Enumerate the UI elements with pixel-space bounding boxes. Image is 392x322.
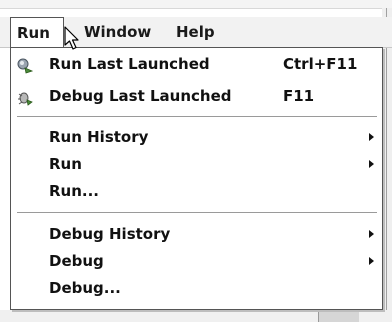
- menu-help[interactable]: Help: [170, 17, 221, 47]
- menu-item-shortcut: F11: [283, 87, 315, 105]
- background-window-border: [386, 8, 387, 322]
- submenu-arrow-icon: [369, 133, 374, 141]
- screen: Run Window Help Run Last Launched Ctrl+F…: [0, 0, 392, 322]
- menu-item-shortcut: Ctrl+F11: [283, 55, 358, 73]
- menu-item-label: Debug History: [49, 225, 171, 243]
- menu-item-debug-history[interactable]: Debug History: [11, 221, 382, 247]
- menu-separator: [17, 116, 377, 118]
- menu-item-run-dialog[interactable]: Run...: [11, 178, 382, 204]
- debug-icon: [17, 88, 33, 106]
- menu-window-label: Window: [84, 23, 152, 41]
- menu-separator: [17, 212, 377, 214]
- menu-item-label: Debug...: [49, 279, 121, 297]
- submenu-arrow-icon: [369, 230, 374, 238]
- background-window-edge: [382, 8, 392, 322]
- menu-item-debug-dialog[interactable]: Debug...: [11, 275, 382, 301]
- menu-item-label: Debug: [49, 252, 104, 270]
- menu-item-label: Run...: [49, 182, 100, 200]
- menu-item-label: Run: [49, 155, 82, 173]
- submenu-arrow-icon: [369, 160, 374, 168]
- submenu-arrow-icon: [369, 257, 374, 265]
- menu-window[interactable]: Window: [78, 17, 157, 47]
- mouse-cursor-icon: [64, 26, 84, 52]
- menu-item-run[interactable]: Run: [11, 151, 382, 177]
- menu-item-label: Run Last Launched: [49, 55, 210, 73]
- menu-item-run-history[interactable]: Run History: [11, 124, 382, 150]
- run-dropdown-menu: Run Last Launched Ctrl+F11 Debug Last La…: [10, 47, 383, 310]
- menu-item-label: Debug Last Launched: [49, 87, 232, 105]
- menu-bar: Run Window Help: [0, 17, 392, 48]
- menu-item-label: Run History: [49, 128, 149, 146]
- menu-item-debug[interactable]: Debug: [11, 248, 382, 274]
- menu-run-label: Run: [17, 24, 50, 42]
- menu-help-label: Help: [176, 23, 215, 41]
- menu-run[interactable]: Run: [10, 17, 64, 48]
- menu-item-run-last-launched[interactable]: Run Last Launched Ctrl+F11: [11, 51, 382, 77]
- menu-item-debug-last-launched[interactable]: Debug Last Launched F11: [11, 83, 382, 109]
- run-icon: [17, 56, 34, 74]
- background-window-top: [0, 0, 392, 9]
